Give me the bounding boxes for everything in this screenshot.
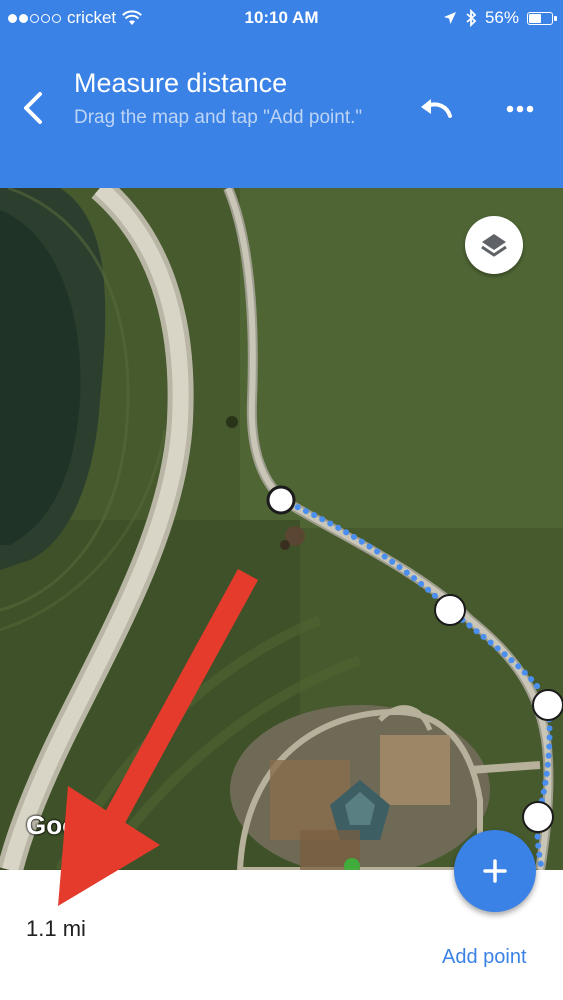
battery-percentage: 56% bbox=[484, 8, 519, 27]
battery-icon bbox=[527, 11, 557, 25]
google-attribution: Google bbox=[26, 810, 116, 840]
more-options-button[interactable] bbox=[500, 94, 540, 124]
map-layers-button[interactable] bbox=[465, 216, 523, 274]
page-title: Measure distance bbox=[74, 68, 288, 98]
map-view[interactable] bbox=[0, 188, 563, 870]
page-subtitle: Drag the map and tap "Add point." bbox=[74, 107, 363, 128]
app-bar: Measure distance Drag the map and tap "A… bbox=[0, 36, 563, 188]
add-point-button[interactable] bbox=[454, 830, 536, 912]
add-point-link[interactable]: Add point bbox=[442, 946, 527, 969]
location-arrow-icon bbox=[443, 12, 456, 24]
satellite-map-image bbox=[0, 188, 563, 870]
bluetooth-icon bbox=[466, 9, 477, 27]
layers-icon bbox=[481, 234, 507, 257]
undo-button[interactable] bbox=[417, 94, 455, 124]
total-distance: 1.1 mi bbox=[26, 916, 86, 941]
undo-icon bbox=[421, 99, 452, 118]
more-dots-icon bbox=[506, 105, 534, 113]
status-bar: cricket 10:10 AM 56% bbox=[0, 0, 563, 36]
back-arrow-icon bbox=[24, 92, 42, 124]
plus-icon bbox=[483, 859, 507, 883]
back-button[interactable] bbox=[16, 88, 52, 128]
